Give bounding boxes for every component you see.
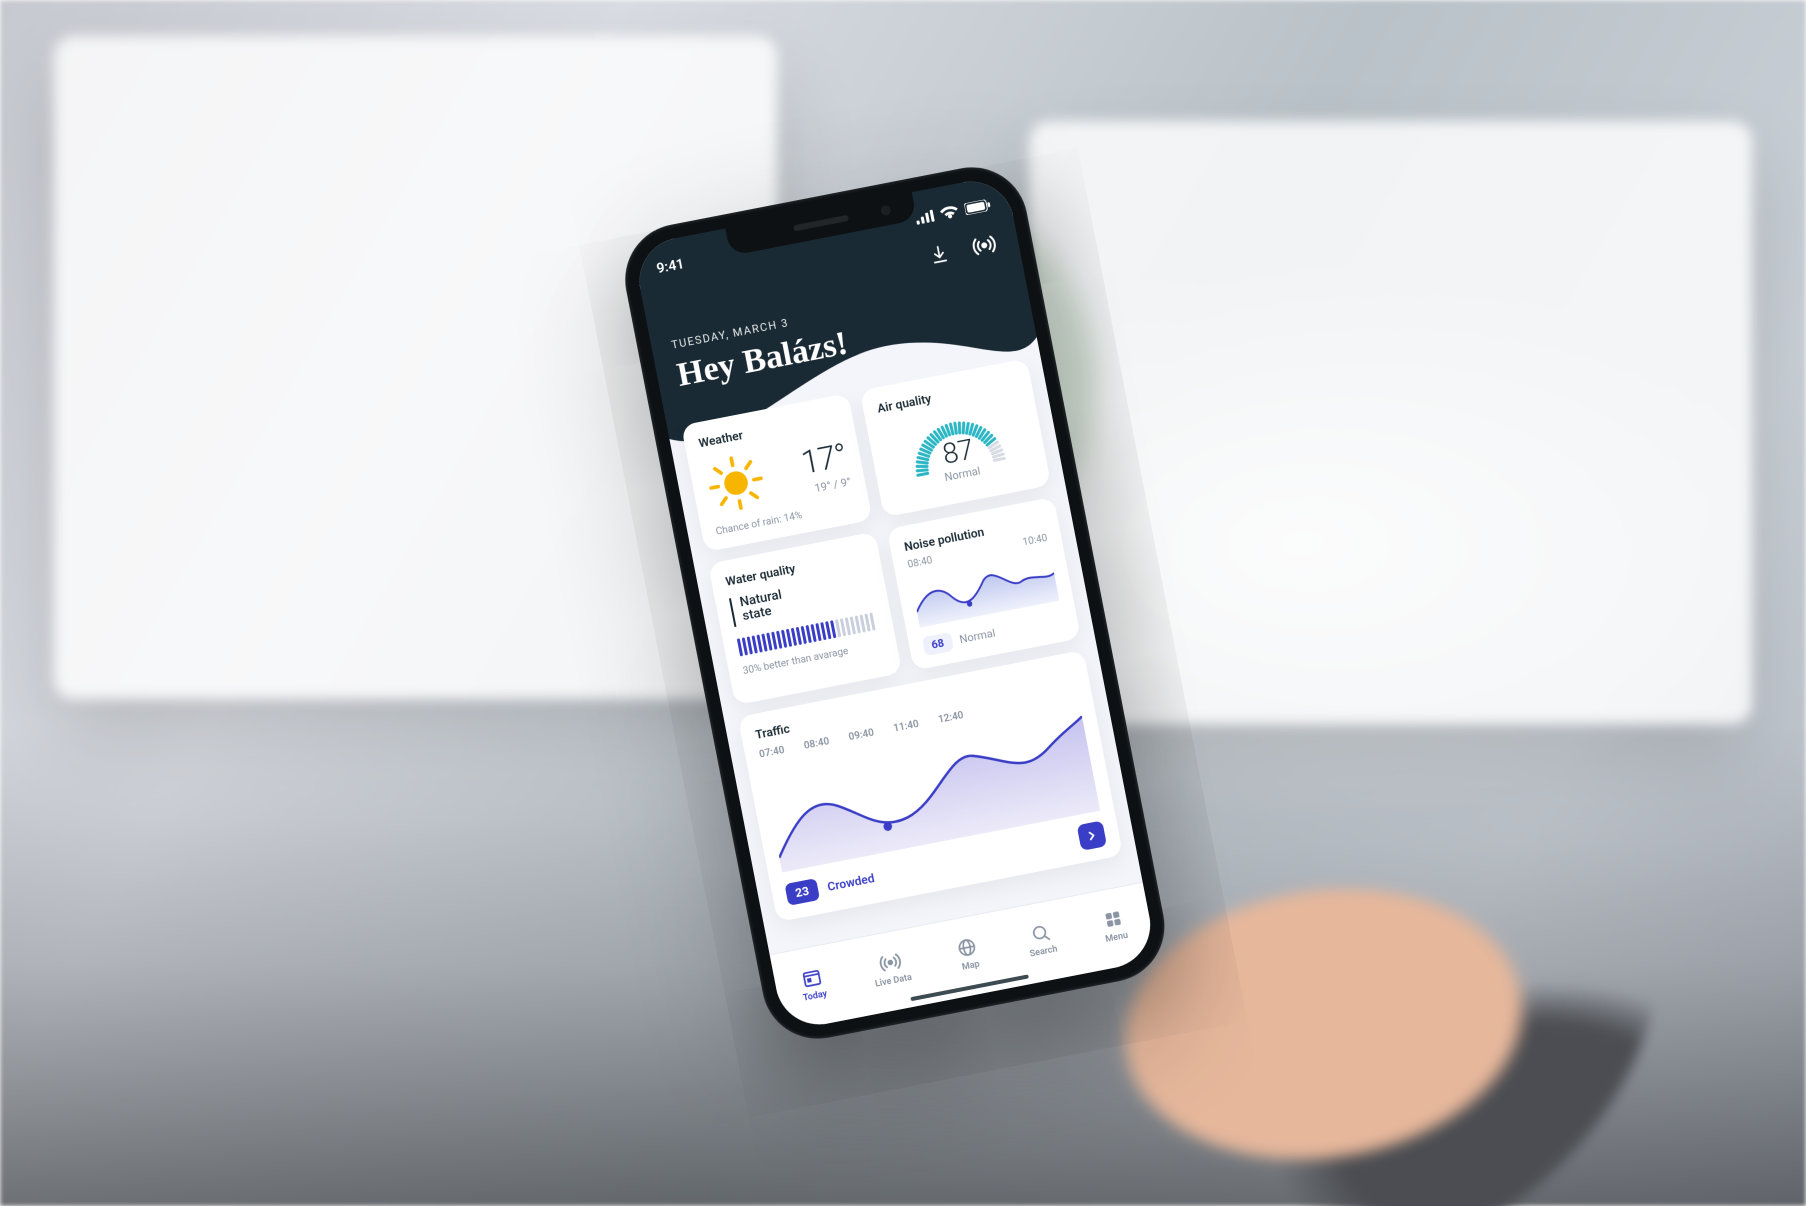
search-icon xyxy=(1027,920,1053,946)
traffic-title: Traffic xyxy=(754,722,791,742)
status-time: 9:41 xyxy=(655,256,685,277)
tab-menu[interactable]: Menu xyxy=(1100,906,1129,945)
globe-icon xyxy=(954,934,980,960)
traffic-time-3: 11:40 xyxy=(893,719,920,735)
status-indicators xyxy=(915,199,992,225)
sun-icon xyxy=(702,449,770,517)
download-button[interactable] xyxy=(923,238,956,271)
home-indicator[interactable] xyxy=(910,974,1029,1001)
wifi-icon xyxy=(939,205,959,220)
traffic-time-4: 12:40 xyxy=(937,710,964,726)
tab-map[interactable]: Map xyxy=(954,934,982,973)
cellular-icon xyxy=(915,210,935,225)
tab-search[interactable]: Search xyxy=(1024,919,1058,959)
tab-search-label: Search xyxy=(1029,944,1058,959)
broadcast-button[interactable] xyxy=(968,229,1001,262)
noise-status: Normal xyxy=(958,627,996,647)
tab-today-label: Today xyxy=(802,989,828,1003)
tab-map-label: Map xyxy=(961,959,980,972)
temperature-value: 17° xyxy=(798,436,849,482)
grid-icon xyxy=(1100,906,1126,932)
tab-today[interactable]: Today xyxy=(797,964,827,1003)
noise-value-badge: 68 xyxy=(922,632,954,656)
noise-time-end: 10:40 xyxy=(1022,533,1049,549)
water-quality-card[interactable]: Water quality Natural state 30% better t… xyxy=(708,532,902,706)
traffic-value-badge: 23 xyxy=(784,878,819,906)
traffic-time-0: 07:40 xyxy=(758,745,785,761)
tab-live-label: Live Data xyxy=(874,972,913,989)
noise-card[interactable]: Noise pollution 08:40 10:40 xyxy=(887,497,1081,671)
noise-time-start: 08:40 xyxy=(907,555,934,571)
broadcast-icon xyxy=(877,949,903,975)
traffic-status: Crowded xyxy=(826,871,875,894)
traffic-next-button[interactable] xyxy=(1077,820,1107,850)
traffic-time-1: 08:40 xyxy=(803,736,830,752)
traffic-time-2: 09:40 xyxy=(848,727,875,743)
tab-live-data[interactable]: Live Data xyxy=(869,948,912,989)
tab-menu-label: Menu xyxy=(1105,930,1129,944)
today-icon xyxy=(799,964,825,990)
battery-icon xyxy=(964,199,992,216)
